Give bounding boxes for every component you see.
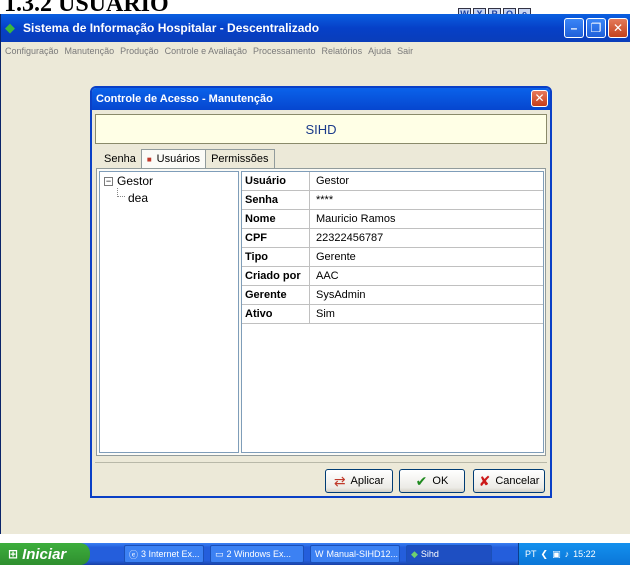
apply-arrows-icon: ⇄ <box>333 473 346 489</box>
sihd-banner: SIHD <box>95 114 547 144</box>
language-indicator[interactable]: PT <box>525 549 537 559</box>
taskbar-item-internet-explorer[interactable]: ⓔ 3 Internet Ex... <box>124 545 204 563</box>
tray-volume-icon[interactable]: ♪ <box>565 549 570 559</box>
menu-configuracao[interactable]: Configuração <box>5 46 59 56</box>
property-value[interactable]: SysAdmin <box>310 286 543 304</box>
ok-button-label: OK <box>432 475 449 487</box>
property-key: Gerente <box>242 286 310 304</box>
cancel-x-icon: ✘ <box>478 473 491 489</box>
cancel-button-label: Cancelar <box>495 475 540 487</box>
tree-connector <box>117 188 125 197</box>
system-tray: PT ❮ ▣ ♪ 15:22 <box>518 543 630 565</box>
dialog-title: Controle de Acesso - Manutenção <box>96 93 273 105</box>
active-tab-bullet-icon: ■ <box>146 155 152 164</box>
tab-senha-label: Senha <box>104 153 136 165</box>
tray-network-icon[interactable]: ▣ <box>552 549 561 560</box>
clock[interactable]: 15:22 <box>573 549 596 559</box>
folder-icon: ▭ <box>215 548 224 559</box>
tab-senha[interactable]: Senha <box>98 149 142 169</box>
property-value[interactable]: Gerente <box>310 248 543 266</box>
property-value[interactable]: AAC <box>310 267 543 285</box>
property-row[interactable]: Gerente SysAdmin <box>242 286 543 305</box>
tree-node-root-label: Gestor <box>117 174 154 188</box>
windows-logo-icon: ⊞ <box>8 547 19 561</box>
access-control-dialog: Controle de Acesso - Manutenção ✕ SIHD S… <box>90 86 552 498</box>
menubar: Configuração Manutenção Produção Control… <box>1 42 630 60</box>
taskbar-item-windows-explorer[interactable]: ▭ 2 Windows Ex... <box>210 545 304 563</box>
property-row[interactable]: Tipo Gerente <box>242 248 543 267</box>
taskbar: ⊞ Iniciar ⓔ 3 Internet Ex... ▭ 2 Windows Ex… <box>0 543 630 565</box>
dialog-close-button[interactable]: ✕ <box>531 90 548 107</box>
property-row[interactable]: Criado por AAC <box>242 267 543 286</box>
tab-usuarios[interactable]: ■ Usuários <box>140 149 207 170</box>
property-row[interactable]: Senha **** <box>242 191 543 210</box>
taskbar-item-label: 2 Windows Ex... <box>226 549 292 559</box>
property-key: Usuário <box>242 172 310 190</box>
taskbar-item-label: Manual-SIHD12... <box>326 549 399 559</box>
tree-node-child-label: dea <box>128 191 149 205</box>
property-value[interactable]: Mauricio Ramos <box>310 210 543 228</box>
menu-producao[interactable]: Produção <box>120 46 159 56</box>
tab-permissoes[interactable]: Permissões <box>205 149 275 169</box>
tree-node-child[interactable]: dea <box>128 191 148 205</box>
tree-node-root[interactable]: − Gestor <box>104 174 153 188</box>
user-tree[interactable]: − Gestor dea <box>99 171 239 453</box>
tray-expand-icon[interactable]: ❮ <box>541 549 549 560</box>
property-key: Nome <box>242 210 310 228</box>
sihd-diamond-icon: ◆ <box>411 548 418 559</box>
close-button[interactable]: ✕ <box>608 18 628 38</box>
taskbar-item-word-manual[interactable]: W Manual-SIHD12... <box>310 545 400 563</box>
app-diamond-icon: ◆ <box>5 20 15 35</box>
restore-button[interactable]: ❐ <box>586 18 606 38</box>
property-value[interactable]: **** <box>310 191 543 209</box>
taskbar-item-label: 3 Internet Ex... <box>141 549 200 559</box>
dialog-footer: ⇄ Aplicar ✔ OK ✘ Cancelar <box>95 462 547 496</box>
menu-processamento[interactable]: Processamento <box>253 46 316 56</box>
property-key: Ativo <box>242 305 310 323</box>
tab-strip: Senha ■ Usuários Permissões <box>98 149 275 170</box>
menu-relatorios[interactable]: Relatórios <box>322 46 363 56</box>
taskbar-item-label: Sihd <box>420 549 439 559</box>
start-button[interactable]: ⊞ Iniciar <box>0 543 90 565</box>
main-window-title: Sistema de Informação Hospitalar - Desce… <box>23 21 320 35</box>
dialog-titlebar[interactable]: Controle de Acesso - Manutenção <box>92 88 550 110</box>
taskbar-item-sihd[interactable]: ◆ Sihd <box>406 545 492 563</box>
property-value[interactable]: Gestor <box>310 172 543 190</box>
tab-usuarios-label: Usuários <box>156 153 201 165</box>
minimize-button[interactable]: – <box>564 18 584 38</box>
property-row[interactable]: Ativo Sim <box>242 305 543 324</box>
menu-sair[interactable]: Sair <box>397 46 413 56</box>
user-properties-grid: Usuário Gestor Senha **** Nome Mauricio Ram… <box>241 171 544 453</box>
collapse-icon[interactable]: − <box>104 177 113 186</box>
property-key: CPF <box>242 229 310 247</box>
start-button-label: Iniciar <box>22 545 67 563</box>
property-value[interactable]: 22322456787 <box>310 229 543 247</box>
property-row[interactable]: CPF 22322456787 <box>242 229 543 248</box>
ok-button[interactable]: ✔ OK <box>399 469 465 493</box>
apply-button[interactable]: ⇄ Aplicar <box>325 469 393 493</box>
cancel-button[interactable]: ✘ Cancelar <box>473 469 545 493</box>
property-row[interactable]: Usuário Gestor <box>242 172 543 191</box>
property-row[interactable]: Nome Mauricio Ramos <box>242 210 543 229</box>
word-doc-icon: W <box>315 549 324 559</box>
usuarios-tab-panel: − Gestor dea Usuário Gestor Senha **** Nome… <box>96 168 546 456</box>
window-controls: – ❐ ✕ <box>564 18 628 38</box>
property-key: Senha <box>242 191 310 209</box>
property-key: Criado por <box>242 267 310 285</box>
menu-ajuda[interactable]: Ajuda <box>368 46 391 56</box>
property-key: Tipo <box>242 248 310 266</box>
menu-manutencao[interactable]: Manutenção <box>65 46 115 56</box>
tab-permissoes-label: Permissões <box>211 153 269 165</box>
apply-button-label: Aplicar <box>350 475 385 487</box>
main-window-titlebar[interactable]: ◆ Sistema de Informação Hospitalar - Des… <box>1 14 630 42</box>
checkmark-icon: ✔ <box>415 473 428 489</box>
ie-icon: ⓔ <box>129 549 139 560</box>
property-value[interactable]: Sim <box>310 305 543 323</box>
menu-controle-avaliacao[interactable]: Controle e Avaliação <box>165 46 247 56</box>
